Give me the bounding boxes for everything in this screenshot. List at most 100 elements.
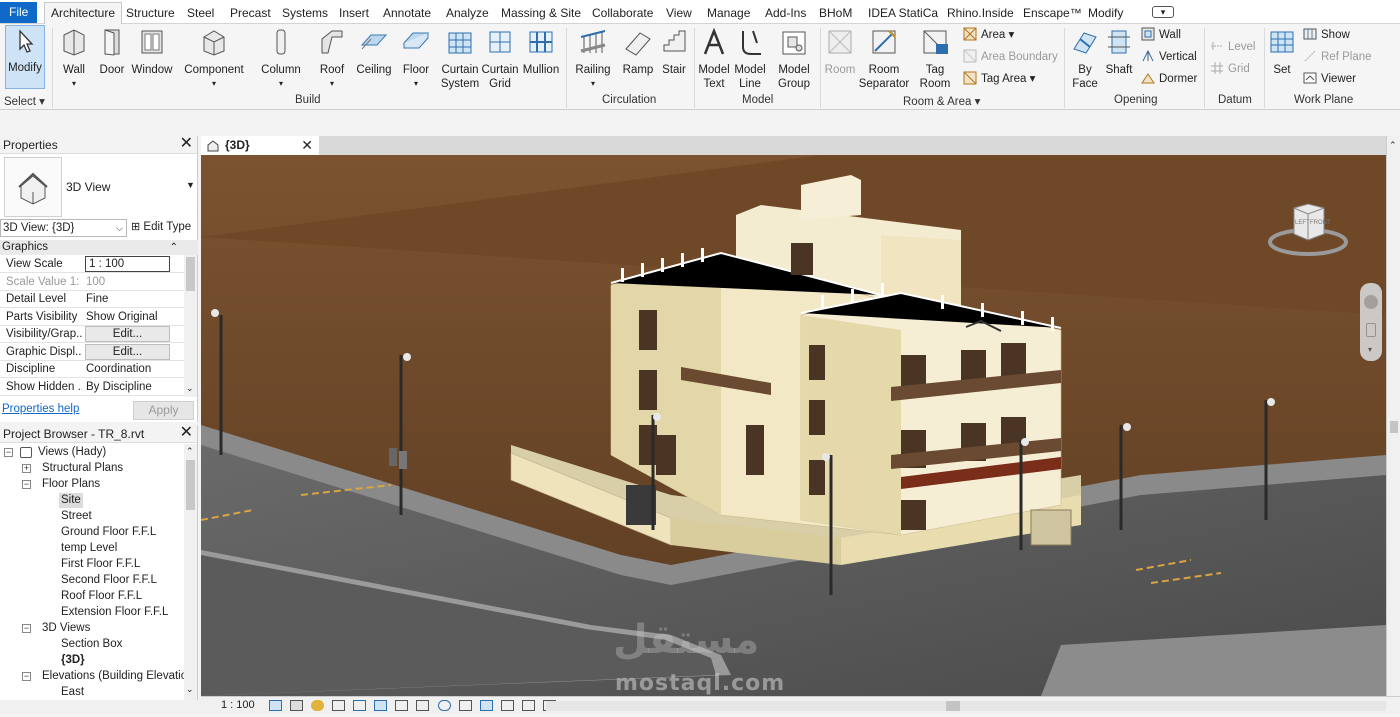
chevron-up-icon[interactable]: ⌃	[1389, 140, 1397, 151]
ceiling-button[interactable]: Ceiling	[354, 27, 394, 77]
browser-item[interactable]: Extension Floor F.F.L	[61, 605, 168, 620]
tab-steel[interactable]: Steel	[187, 3, 214, 23]
room-area-panel-dropdown[interactable]: Room & Area ▾	[903, 94, 980, 108]
zoom-icon[interactable]	[1366, 323, 1376, 337]
tag-room-button[interactable]: Tag Room	[916, 27, 954, 91]
ref-plane-button[interactable]: Ref Plane	[1303, 48, 1372, 66]
3d-viewport[interactable]: LEFT FRONT ▾ مستقل mostaql.com	[201, 155, 1386, 696]
property-value[interactable]: Show Original	[86, 311, 158, 323]
tab-add-ins[interactable]: Add-Ins	[765, 3, 806, 23]
tab-annotate[interactable]: Annotate	[383, 3, 431, 23]
area-button[interactable]: Area ▾	[963, 26, 1014, 44]
model-line-button[interactable]: Model Line	[732, 27, 768, 91]
vertical-opening-button[interactable]: Vertical	[1141, 48, 1197, 66]
render-icon[interactable]	[353, 700, 367, 711]
view-instance-selector[interactable]: 3D View: {3D} ⌵	[0, 219, 127, 237]
browser-item[interactable]: Elevations (Building Elevatio	[42, 669, 187, 684]
viewcube-front-face[interactable]: FRONT	[1310, 220, 1331, 226]
browser-item[interactable]: Roof Floor F.F.L	[61, 589, 142, 604]
tree-toggle[interactable]: −	[22, 624, 31, 633]
sun-path-icon[interactable]	[311, 700, 325, 711]
analytical-model-icon[interactable]	[500, 700, 514, 711]
properties-help-link[interactable]: Properties help	[2, 403, 79, 415]
close-icon[interactable]: ✕	[301, 136, 313, 155]
property-value[interactable]: Fine	[86, 293, 108, 305]
tag-area-button[interactable]: Tag Area ▾	[963, 70, 1035, 88]
browser-item[interactable]: East	[61, 685, 84, 700]
lock-view-icon[interactable]	[416, 700, 430, 711]
edit-button[interactable]: Edit...	[85, 326, 170, 342]
grid-button[interactable]: Grid	[1210, 60, 1250, 78]
property-value[interactable]: By Discipline	[86, 381, 152, 393]
browser-item[interactable]: temp Level	[61, 541, 117, 556]
reveal-hidden-icon[interactable]	[458, 700, 472, 711]
model-group-button[interactable]: Model Group	[772, 27, 816, 91]
view-horizontal-scrollbar[interactable]	[546, 701, 1386, 711]
tab-insert[interactable]: Insert	[339, 3, 369, 23]
close-icon[interactable]: ✕	[180, 135, 193, 153]
navigation-bar[interactable]: ▾	[1360, 283, 1382, 361]
roof-button[interactable]: Roof ▾	[314, 27, 350, 91]
tree-toggle[interactable]: −	[22, 480, 31, 489]
tab-massing-site[interactable]: Massing & Site	[501, 3, 581, 23]
tab-structure[interactable]: Structure	[126, 3, 175, 23]
browser-item[interactable]: Views (Hady)	[38, 445, 106, 460]
scroll-thumb[interactable]	[1390, 421, 1398, 433]
view-scale-input[interactable]: 1 : 100	[85, 256, 170, 272]
column-button[interactable]: Column ▾	[258, 27, 304, 91]
apply-button[interactable]: Apply	[133, 401, 194, 420]
select-dropdown[interactable]: Select ▾	[4, 94, 45, 108]
tab-systems[interactable]: Systems	[282, 3, 328, 23]
door-button[interactable]: Door	[96, 27, 128, 77]
detail-level-icon[interactable]	[269, 700, 282, 711]
tab-file[interactable]: File	[0, 2, 38, 23]
shadows-icon[interactable]	[332, 700, 346, 711]
floor-button[interactable]: Floor ▾	[398, 27, 434, 91]
edit-button[interactable]: Edit...	[85, 343, 170, 360]
browser-item[interactable]: Site	[59, 493, 83, 508]
browser-item[interactable]: Structural Plans	[42, 461, 123, 476]
ramp-button[interactable]: Ramp	[620, 27, 656, 77]
edit-type-button[interactable]: ⊞ Edit Type	[131, 220, 191, 233]
type-selector-dropdown[interactable]: ▼	[186, 180, 195, 190]
wall-button[interactable]: Wall ▾	[56, 27, 92, 91]
component-button[interactable]: Component ▾	[182, 27, 246, 91]
browser-item[interactable]: Section Box	[61, 637, 122, 652]
properties-scrollbar[interactable]: ⌄	[184, 255, 197, 397]
browser-item[interactable]: {3D}	[61, 653, 85, 668]
view-vertical-scrollbar[interactable]: ⌃	[1386, 136, 1400, 696]
tab-collaborate[interactable]: Collaborate	[592, 3, 653, 23]
viewer-button[interactable]: Viewer	[1303, 70, 1356, 88]
tab-enscape[interactable]: Enscape™	[1023, 3, 1082, 23]
visual-style-icon[interactable]	[290, 700, 304, 711]
tab-precast[interactable]: Precast	[230, 3, 271, 23]
property-value[interactable]: 100	[86, 276, 105, 288]
tab-bhom[interactable]: BHoM	[819, 3, 852, 23]
room-separator-button[interactable]: Room Separator	[856, 27, 912, 91]
scroll-thumb[interactable]	[946, 701, 960, 711]
railing-button[interactable]: Railing ▾	[574, 27, 612, 91]
scroll-thumb[interactable]	[186, 460, 195, 510]
tree-toggle[interactable]: −	[4, 448, 13, 457]
highlight-displacement-icon[interactable]	[521, 700, 535, 711]
tab-view[interactable]: View	[666, 3, 692, 23]
chevron-up-icon[interactable]: ⌃	[186, 446, 194, 457]
mullion-button[interactable]: Mullion	[520, 27, 562, 77]
temporary-hide-icon[interactable]	[437, 700, 451, 711]
tab-architecture[interactable]: Architecture	[44, 2, 123, 24]
browser-item[interactable]: Ground Floor F.F.L	[61, 525, 156, 540]
panel-toggle-icon[interactable]: ▾	[1152, 6, 1174, 18]
room-button[interactable]: Room	[822, 27, 858, 77]
graphics-section-header[interactable]: Graphics ⌃	[0, 240, 198, 255]
level-button[interactable]: Level	[1210, 38, 1256, 56]
chevron-down-icon[interactable]: ⌄	[186, 383, 194, 394]
view-scale-control[interactable]: 1 : 100	[221, 697, 255, 714]
browser-item[interactable]: First Floor F.F.L	[61, 557, 140, 572]
property-value[interactable]: Coordination	[86, 363, 151, 375]
model-text-button[interactable]: Model Text	[696, 27, 732, 91]
area-boundary-button[interactable]: Area Boundary	[963, 48, 1058, 66]
chevron-down-icon[interactable]: ▾	[1368, 345, 1372, 354]
browser-item[interactable]: 3D Views	[42, 621, 90, 636]
browser-item[interactable]: Street	[61, 509, 92, 524]
browser-item[interactable]: Second Floor F.F.L	[61, 573, 157, 588]
